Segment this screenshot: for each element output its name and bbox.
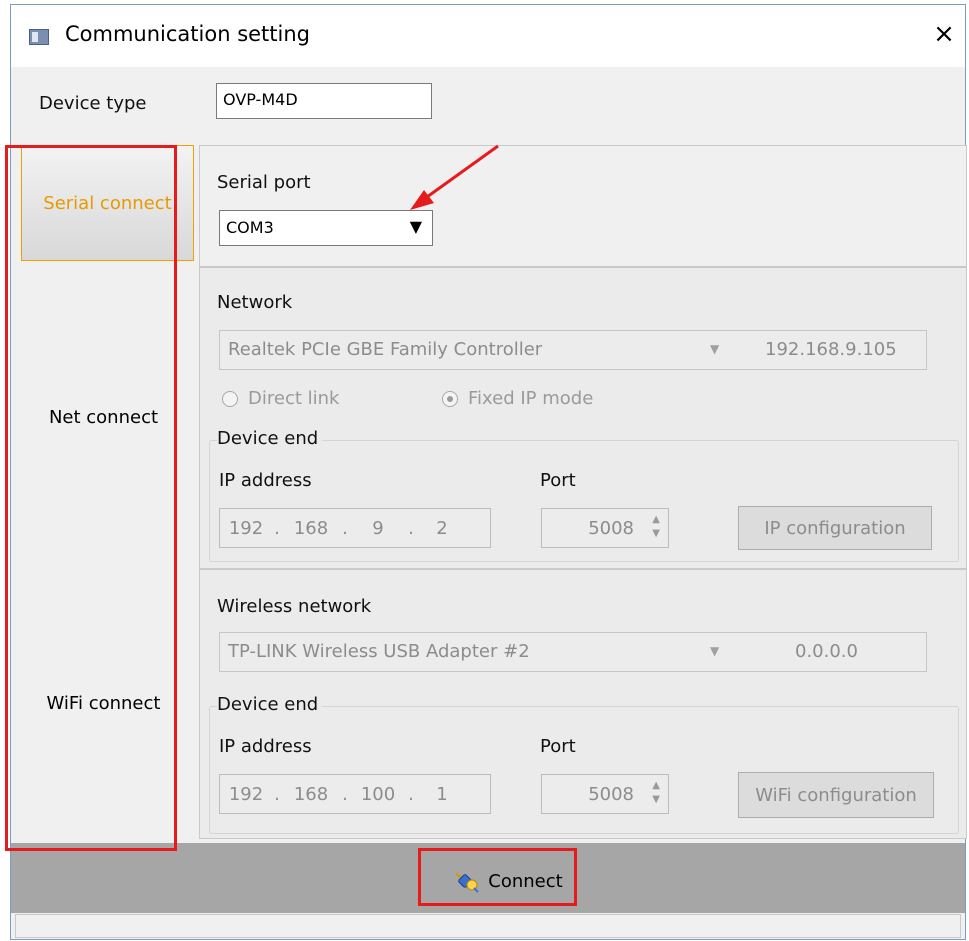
ip-address-label: IP address	[219, 470, 312, 491]
annotation-arrow-icon	[410, 144, 499, 210]
ip-address-field[interactable]: 192. 168. 9. 2	[219, 508, 491, 548]
serial-panel: Serial port COM3 ▼	[199, 145, 967, 267]
serial-port-label: Serial port	[217, 172, 311, 193]
network-panel: Network Realtek PCIe GBE Family Controll…	[199, 267, 967, 569]
wireless-panel: Wireless network TP-LINK Wireless USB Ad…	[199, 569, 967, 839]
ip-octet: 168	[293, 783, 329, 805]
spin-arrows-icon[interactable]: ▲ ▼	[652, 513, 660, 541]
wifi-device-end-label: Device end	[217, 694, 323, 715]
ip-octet: 192	[228, 783, 264, 805]
wifi-configuration-button[interactable]: WiFi configuration	[738, 772, 934, 818]
direct-link-label: Direct link	[248, 388, 340, 409]
chevron-down-icon[interactable]: ▼	[710, 644, 719, 658]
ip-configuration-button[interactable]: IP configuration	[738, 506, 932, 550]
wifi-ip-address-label: IP address	[219, 736, 312, 757]
sidebar-item-wifi-connect[interactable]: WiFi connect	[11, 693, 196, 714]
network-adapter-value: Realtek PCIe GBE Family Controller	[228, 339, 543, 360]
fixed-ip-radio[interactable]: Fixed IP mode	[442, 388, 593, 409]
radio-selected-icon	[442, 390, 458, 407]
title-bar: Communication setting ×	[11, 5, 965, 67]
port-stepper[interactable]: 5008 ▲ ▼	[541, 508, 669, 548]
connection-sidebar: Serial connect Net connect WiFi connect	[11, 145, 196, 843]
port-value: 5008	[588, 518, 634, 539]
sidebar-item-net-connect[interactable]: Net connect	[11, 407, 196, 428]
device-type-field[interactable]: OVP-M4D	[216, 83, 432, 119]
ip-octet: 9	[372, 517, 384, 539]
network-ip-value: 192.168.9.105	[765, 339, 897, 360]
wifi-port-label: Port	[540, 736, 576, 757]
wifi-ip-address-field[interactable]: 192. 168. 100. 1	[219, 774, 491, 814]
chevron-down-icon[interactable]: ▼	[710, 342, 719, 356]
app-window-icon	[29, 29, 49, 45]
network-label: Network	[217, 292, 293, 313]
status-bar	[15, 914, 961, 938]
sidebar-item-serial-connect[interactable]: Serial connect	[21, 145, 194, 261]
chevron-down-icon[interactable]: ▼	[410, 217, 422, 236]
wireless-adapter-value: TP-LINK Wireless USB Adapter #2	[228, 641, 530, 662]
port-label: Port	[540, 470, 576, 491]
connect-button[interactable]: Connect	[431, 855, 586, 907]
ip-octet: 1	[436, 783, 448, 805]
device-end-label: Device end	[217, 428, 323, 449]
direct-link-radio[interactable]: Direct link	[222, 388, 339, 409]
close-icon[interactable]: ×	[929, 19, 959, 49]
spin-arrows-icon[interactable]: ▲ ▼	[652, 779, 660, 807]
connect-label: Connect	[488, 870, 563, 892]
network-adapter-select[interactable]: Realtek PCIe GBE Family Controller ▼ 192…	[219, 330, 927, 370]
device-type-label: Device type	[39, 93, 147, 114]
wireless-network-label: Wireless network	[217, 596, 372, 617]
radio-icon	[222, 390, 238, 407]
wireless-ip-value: 0.0.0.0	[795, 641, 858, 662]
ip-octet: 100	[360, 783, 396, 805]
window-title: Communication setting	[65, 22, 310, 46]
wifi-port-value: 5008	[588, 784, 634, 805]
wireless-adapter-select[interactable]: TP-LINK Wireless USB Adapter #2 ▼ 0.0.0.…	[219, 632, 927, 672]
serial-port-value: COM3	[226, 218, 274, 237]
plug-connect-icon	[455, 872, 479, 893]
wifi-port-stepper[interactable]: 5008 ▲ ▼	[541, 774, 669, 814]
serial-port-select[interactable]: COM3 ▼	[219, 210, 433, 246]
ip-octet: 192	[228, 517, 264, 539]
ip-octet: 168	[293, 517, 329, 539]
fixed-ip-label: Fixed IP mode	[468, 388, 594, 409]
ip-octet: 2	[436, 517, 448, 539]
